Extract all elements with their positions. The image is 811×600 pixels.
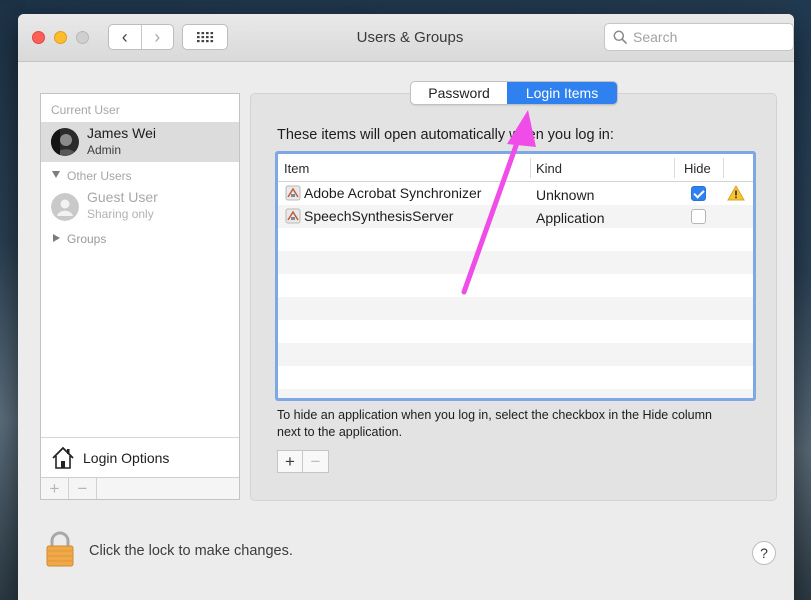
app-icon (285, 208, 301, 224)
column-divider (530, 158, 531, 178)
empty-row (278, 251, 753, 274)
column-header-item[interactable]: Item (284, 161, 309, 176)
login-items-intro: These items will open automatically when… (277, 127, 614, 143)
table-row[interactable]: Adobe Acrobat Synchronizer Unknown (278, 182, 753, 205)
help-button[interactable]: ? (752, 541, 776, 565)
empty-row (278, 389, 753, 398)
current-user-role: Admin (87, 143, 122, 157)
titlebar: ‹ › Users & Groups (18, 14, 794, 62)
empty-row (278, 297, 753, 320)
house-icon (52, 446, 74, 469)
tab-password[interactable]: Password (411, 82, 507, 104)
guest-user-name: Guest User (87, 189, 158, 205)
item-name: SpeechSynthesisServer (304, 208, 454, 224)
add-user-button[interactable]: + (41, 478, 69, 499)
item-name: Adobe Acrobat Synchronizer (304, 185, 482, 201)
hide-checkbox[interactable] (691, 209, 706, 224)
search-icon (613, 30, 627, 44)
sidebar-item-groups[interactable]: Groups (67, 232, 106, 246)
sidebar-item-guest-user[interactable]: Guest User Sharing only (41, 187, 239, 227)
add-login-item-button[interactable]: + (278, 451, 304, 472)
table-header: Item Kind Hide (278, 154, 753, 182)
empty-row (278, 343, 753, 366)
warning-icon (727, 185, 745, 201)
desktop-background-right (791, 0, 811, 600)
empty-row (278, 320, 753, 343)
sidebar-add-remove: + − (41, 477, 239, 499)
hide-checkbox[interactable] (691, 186, 706, 201)
search-field[interactable] (604, 23, 794, 51)
empty-row (278, 228, 753, 251)
tab-login-items[interactable]: Login Items (507, 82, 617, 104)
users-groups-window: ‹ › Users & Groups Cu (18, 14, 794, 600)
tab-bar: Password Login Items (410, 81, 618, 105)
current-user-header: Current User (51, 103, 120, 117)
users-sidebar: Current User James Wei Admin Other Users (40, 93, 240, 500)
login-options-label: Login Options (83, 449, 170, 466)
column-divider (723, 158, 724, 178)
login-items-table: Item Kind Hide Adobe Acrobat Synchronize… (275, 151, 756, 401)
column-header-hide[interactable]: Hide (684, 161, 711, 176)
search-input[interactable] (633, 29, 783, 45)
lock-message: Click the lock to make changes. (89, 543, 293, 559)
app-icon (285, 185, 301, 201)
other-users-header: Other Users (67, 169, 132, 183)
login-items-add-remove: + − (277, 450, 329, 473)
table-row[interactable]: SpeechSynthesisServer Application (278, 205, 753, 228)
avatar (51, 128, 79, 156)
column-divider (674, 158, 675, 178)
guest-user-status: Sharing only (87, 207, 154, 221)
item-kind: Unknown (536, 187, 595, 203)
disclosure-triangle-right-icon[interactable] (53, 234, 60, 242)
empty-row (278, 274, 753, 297)
disclosure-triangle-down-icon[interactable] (52, 171, 60, 178)
guest-avatar-icon (51, 193, 79, 221)
empty-row (278, 366, 753, 389)
remove-login-item-button[interactable]: − (303, 451, 328, 472)
current-user-name: James Wei (87, 125, 156, 141)
remove-user-button[interactable]: − (69, 478, 97, 499)
lock-icon[interactable] (45, 531, 75, 567)
item-kind: Application (536, 210, 605, 226)
sidebar-item-current-user[interactable]: James Wei Admin (41, 122, 239, 162)
login-options-item[interactable]: Login Options (41, 437, 239, 477)
column-header-kind[interactable]: Kind (536, 161, 562, 176)
hide-instructions: To hide an application when you log in, … (277, 408, 712, 439)
